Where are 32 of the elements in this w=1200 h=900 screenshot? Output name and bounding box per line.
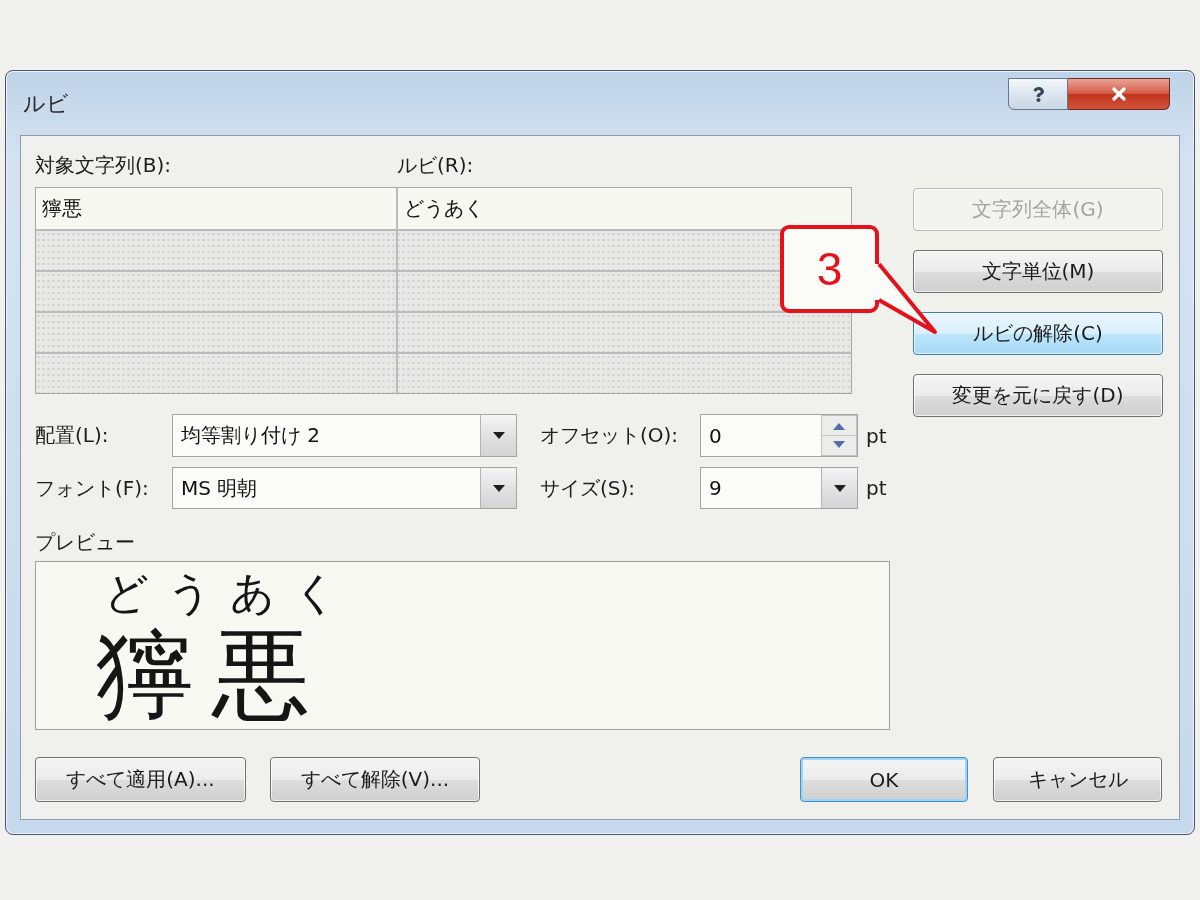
preview-ruby-text: どうあく <box>104 566 356 620</box>
field-label: フォント(F): <box>35 474 150 502</box>
field-label: 配置(L): <box>35 422 110 449</box>
field-label: オフセット(O): <box>540 422 680 449</box>
close-button[interactable] <box>1068 78 1170 110</box>
unit-label: pt <box>866 423 887 448</box>
dropdown-field[interactable]: MS 明朝 <box>172 467 517 509</box>
caret-down-icon <box>492 484 505 492</box>
column-label: 対象文字列(B): <box>35 151 172 179</box>
dropdown-field[interactable]: 9 <box>700 467 858 509</box>
help-button[interactable] <box>1008 78 1068 110</box>
caret-down-icon <box>492 432 505 439</box>
column-label: ルビ(R): <box>397 151 474 179</box>
preview-base-text: 獰悪 <box>96 622 328 726</box>
action-button[interactable]: ルビの解除(C) <box>913 312 1163 355</box>
preview-label: プレビュー <box>35 529 135 555</box>
spinner-arrows-icon[interactable] <box>821 415 857 456</box>
field-label: サイズ(S): <box>540 474 637 502</box>
action-button[interactable]: 変更を元に戻す(D) <box>913 374 1163 417</box>
dialog-button[interactable]: すべて解除(V)... <box>270 757 480 802</box>
dialog-button[interactable]: すべて適用(A)... <box>35 757 246 802</box>
dialog-button[interactable]: キャンセル <box>993 757 1162 802</box>
unit-label: pt <box>866 476 887 500</box>
spin-field[interactable]: 0 <box>700 414 858 457</box>
action-button[interactable]: 文字単位(M) <box>913 250 1163 293</box>
dropdown-button[interactable] <box>480 468 516 508</box>
dropdown-button[interactable] <box>480 415 516 456</box>
dialog-button[interactable]: OK <box>800 757 968 802</box>
dropdown-field[interactable]: 均等割り付け 2 <box>172 414 517 457</box>
dropdown-button[interactable] <box>821 468 857 508</box>
caret-down-icon <box>833 484 846 492</box>
dialog-title: ルビ <box>23 90 69 118</box>
